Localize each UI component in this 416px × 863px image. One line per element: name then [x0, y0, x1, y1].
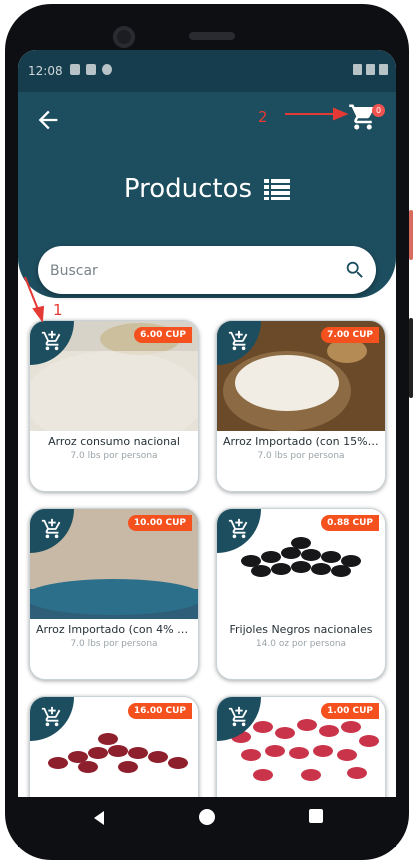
nav-home-icon[interactable]: [199, 809, 215, 825]
price-badge: 0.88 CUP: [321, 515, 379, 531]
add-cart-icon: [41, 518, 61, 539]
nav-back-icon[interactable]: [90, 809, 108, 827]
product-card[interactable]: 16.00 CUP: [29, 696, 199, 797]
notification-icon: [70, 64, 80, 75]
status-bar: 12:08: [18, 50, 396, 92]
price-badge: 6.00 CUP: [134, 327, 192, 343]
front-camera: [113, 26, 135, 48]
status-time: 12:08: [28, 64, 63, 78]
title-row: Productos: [18, 174, 396, 204]
price-badge: 16.00 CUP: [127, 703, 192, 719]
system-icons: [353, 64, 388, 75]
product-quota: 7.0 lbs por persona: [257, 451, 345, 461]
volume-button: [409, 318, 413, 398]
back-arrow-icon[interactable]: [34, 106, 62, 134]
add-cart-icon: [41, 706, 61, 727]
product-quota: 7.0 lbs por persona: [70, 451, 158, 461]
product-name: Arroz Importado (con 15% de ...: [223, 435, 379, 448]
price-badge: 1.00 CUP: [321, 703, 379, 719]
sync-icon: [102, 64, 112, 75]
search-bar: [38, 246, 376, 294]
product-card[interactable]: 6.00 CUP Arroz consumo nacional 7.0 lbs …: [29, 320, 199, 492]
annotation-label-1: 1: [53, 301, 63, 319]
earpiece-speaker: [189, 32, 235, 40]
annotation-label-2: 2: [258, 108, 268, 126]
search-input[interactable]: [48, 254, 332, 288]
product-card[interactable]: 10.00 CUP Arroz Importado (con 4% de ...…: [29, 508, 199, 680]
product-name: Arroz consumo nacional: [48, 435, 180, 448]
power-button: [409, 210, 413, 260]
add-cart-icon: [228, 518, 248, 539]
app-screen: 12:08 0 Productos Buscar 6.00 CUP Arroz …: [18, 50, 396, 797]
add-cart-icon: [41, 330, 61, 351]
page-title: Productos: [123, 174, 253, 204]
battery-icon: [379, 64, 388, 75]
product-quota: 7.0 lbs por persona: [70, 639, 158, 649]
price-badge: 10.00 CUP: [127, 515, 192, 531]
add-cart-icon: [228, 706, 248, 727]
product-card[interactable]: 0.88 CUP Frijoles Negros nacionales 14.0…: [216, 508, 386, 680]
wifi-icon: [353, 64, 362, 75]
sim-icon: [86, 64, 96, 75]
list-view-icon[interactable]: [264, 178, 291, 200]
product-card[interactable]: 1.00 CUP: [216, 696, 386, 797]
product-name: Frijoles Negros nacionales: [229, 623, 373, 636]
search-icon[interactable]: [344, 259, 366, 281]
product-name: Arroz Importado (con 4% de ...: [36, 623, 192, 636]
signal-icon: [366, 64, 375, 75]
price-badge: 7.00 CUP: [321, 327, 379, 343]
cart-count-badge: 0: [372, 104, 385, 117]
product-card[interactable]: 7.00 CUP Arroz Importado (con 15% de ...…: [216, 320, 386, 492]
add-cart-icon: [228, 330, 248, 351]
android-nav-bar: [18, 797, 396, 847]
product-quota: 14.0 oz por persona: [255, 639, 347, 649]
nav-recents-icon[interactable]: [309, 809, 323, 823]
